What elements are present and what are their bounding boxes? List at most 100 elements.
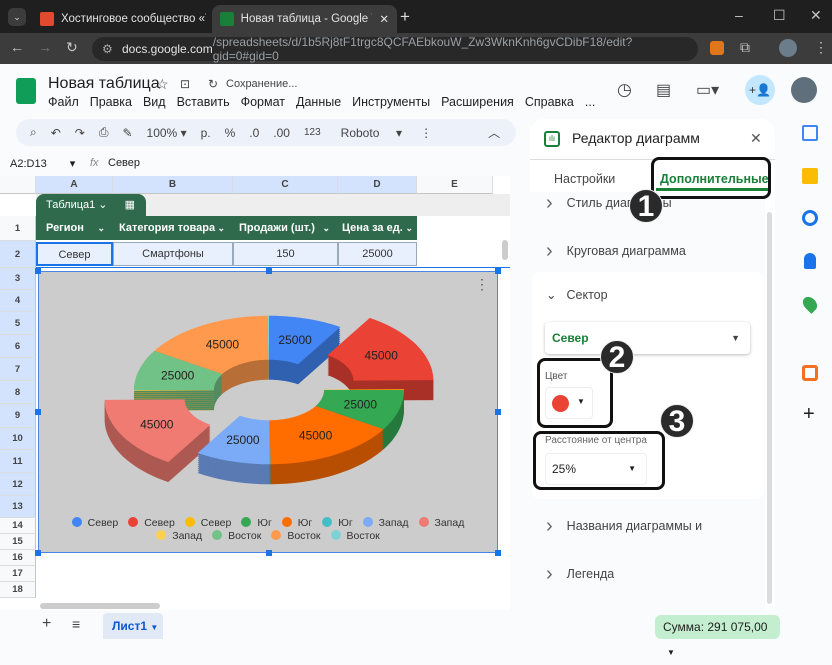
menu-format[interactable]: Формат (241, 95, 285, 109)
resize-handle[interactable] (35, 550, 41, 556)
keep-icon[interactable] (802, 168, 818, 184)
section-pie-chart[interactable]: Круговая диаграмма (546, 240, 686, 263)
version-history-icon[interactable]: ◷ (617, 80, 632, 100)
tab-setup[interactable]: Настройки (554, 172, 615, 186)
forward-icon[interactable]: → (38, 39, 52, 55)
row-header[interactable]: 10 (0, 428, 36, 450)
menu-file[interactable]: Файл (48, 95, 79, 109)
legend-item[interactable]: Запад (418, 517, 464, 529)
vertical-scrollbar[interactable] (502, 240, 508, 260)
table-header-region[interactable]: Регион ⌄ (36, 216, 113, 240)
column-header[interactable]: A (36, 176, 113, 194)
cell-B2[interactable]: Смартфоны (113, 242, 233, 266)
legend-item[interactable]: Юг (241, 517, 272, 529)
browser-menu-icon[interactable]: ⋮ (814, 39, 828, 56)
addon-icon[interactable] (802, 365, 818, 381)
account-avatar[interactable] (791, 77, 817, 103)
move-folder-icon[interactable]: ⊡ (180, 77, 190, 91)
tasks-icon[interactable] (802, 210, 818, 226)
url-input[interactable]: ⚙ docs.google.com/spreadsheets/d/1b5Rj8tF… (92, 35, 698, 63)
name-box[interactable]: A2:D13 ▾ (10, 157, 75, 170)
new-tab-icon[interactable]: + (400, 7, 410, 27)
column-header[interactable]: B (113, 176, 233, 194)
decrease-decimal-button[interactable]: .0 (249, 126, 259, 140)
select-all-corner[interactable] (0, 176, 36, 194)
column-header[interactable]: C (233, 176, 338, 194)
increase-decimal-button[interactable]: .00 (273, 126, 290, 140)
table-header-category[interactable]: Категория товара ⌄ (113, 216, 233, 240)
table-header-price[interactable]: Цена за ед. ⌄ (338, 216, 417, 240)
menu-view[interactable]: Вид (143, 95, 166, 109)
currency-format-button[interactable]: р. (201, 126, 211, 140)
resize-handle[interactable] (266, 550, 272, 556)
browser-tab-2[interactable]: Новая таблица - Google Табли✕ (212, 5, 397, 33)
calendar-icon[interactable] (802, 125, 818, 141)
horizontal-scrollbar[interactable] (40, 603, 160, 609)
metamask-extension-icon[interactable] (710, 41, 724, 55)
profile-avatar[interactable] (779, 39, 797, 57)
menu-extensions[interactable]: Расширения (441, 95, 514, 109)
legend-item[interactable]: Запад (156, 530, 202, 542)
row-header[interactable]: 15 (0, 534, 36, 550)
resize-handle[interactable] (35, 268, 41, 274)
column-header[interactable]: D (338, 176, 417, 194)
sheets-logo-icon[interactable] (16, 78, 36, 104)
resize-handle[interactable] (495, 268, 501, 274)
row-header[interactable]: 11 (0, 450, 36, 473)
font-select[interactable]: Roboto ▾ (341, 126, 402, 140)
row-header[interactable]: 13 (0, 496, 36, 518)
row-header[interactable]: 1 (0, 216, 36, 241)
legend-item[interactable]: Восток (212, 530, 261, 542)
legend-item[interactable]: Юг (322, 517, 353, 529)
window-close-icon[interactable]: ✕ (810, 7, 822, 24)
all-sheets-icon[interactable]: ≡ (72, 616, 80, 632)
legend-item[interactable]: Север (71, 517, 118, 529)
add-addon-icon[interactable]: + (803, 403, 815, 426)
close-panel-icon[interactable]: ✕ (750, 130, 762, 147)
legend-item[interactable]: Север (184, 517, 231, 529)
resize-handle[interactable] (495, 550, 501, 556)
add-sheet-icon[interactable]: + (42, 615, 51, 633)
section-legend[interactable]: Легенда (546, 563, 615, 586)
legend-item[interactable]: Юг (281, 517, 312, 529)
share-button[interactable]: +👤 (745, 75, 775, 105)
row-header[interactable]: 17 (0, 566, 36, 582)
more-tools-icon[interactable]: ⋮ (420, 126, 432, 140)
row-header[interactable]: 18 (0, 582, 36, 598)
row-header[interactable]: 6 (0, 335, 36, 358)
table-header-sales[interactable]: Продажи (шт.) ⌄ (233, 216, 338, 240)
tab-search-button[interactable]: ⌄ (8, 8, 26, 26)
percent-format-button[interactable]: % (225, 126, 236, 140)
menu-edit[interactable]: Правка (90, 95, 132, 109)
redo-icon[interactable]: ↷ (75, 126, 85, 140)
extensions-icon[interactable]: ⧉ (740, 39, 750, 56)
reload-icon[interactable]: ↻ (66, 39, 78, 56)
resize-handle[interactable] (495, 409, 501, 415)
legend-item[interactable]: Восток (271, 530, 321, 542)
row-header[interactable]: 14 (0, 518, 36, 534)
undo-icon[interactable]: ↶ (51, 126, 61, 140)
row-header[interactable]: 2 (0, 241, 36, 268)
resize-handle[interactable] (35, 409, 41, 415)
section-sector[interactable]: ⌄ Сектор (546, 287, 608, 302)
row-header[interactable]: 8 (0, 381, 36, 404)
menu-more[interactable]: ... (585, 95, 595, 109)
formula-input[interactable]: Север (108, 157, 140, 169)
sheet-tab-list1[interactable]: Лист1 ▼ (103, 613, 163, 639)
menu-data[interactable]: Данные (296, 95, 341, 109)
doc-title[interactable]: Новая таблица (48, 75, 160, 93)
paint-format-icon[interactable]: ✎ (122, 126, 132, 140)
menu-insert[interactable]: Вставить (177, 95, 230, 109)
print-icon[interactable]: ⎙ (99, 125, 109, 140)
row-header[interactable]: 3 (0, 268, 36, 290)
row-header[interactable]: 5 (0, 312, 36, 335)
row-header[interactable]: 7 (0, 358, 36, 381)
row-header[interactable]: 16 (0, 550, 36, 566)
search-menus-icon[interactable]: ⌕ (30, 125, 37, 140)
collapse-toolbar-icon[interactable]: ︿ (488, 124, 500, 141)
star-icon[interactable]: ☆ (156, 76, 169, 93)
legend-item[interactable]: Восток (330, 530, 380, 542)
row-header[interactable]: 12 (0, 473, 36, 496)
cell-A2[interactable]: Север (36, 242, 113, 266)
sum-indicator[interactable]: Сумма: 291 075,00 ▼ (655, 615, 780, 657)
